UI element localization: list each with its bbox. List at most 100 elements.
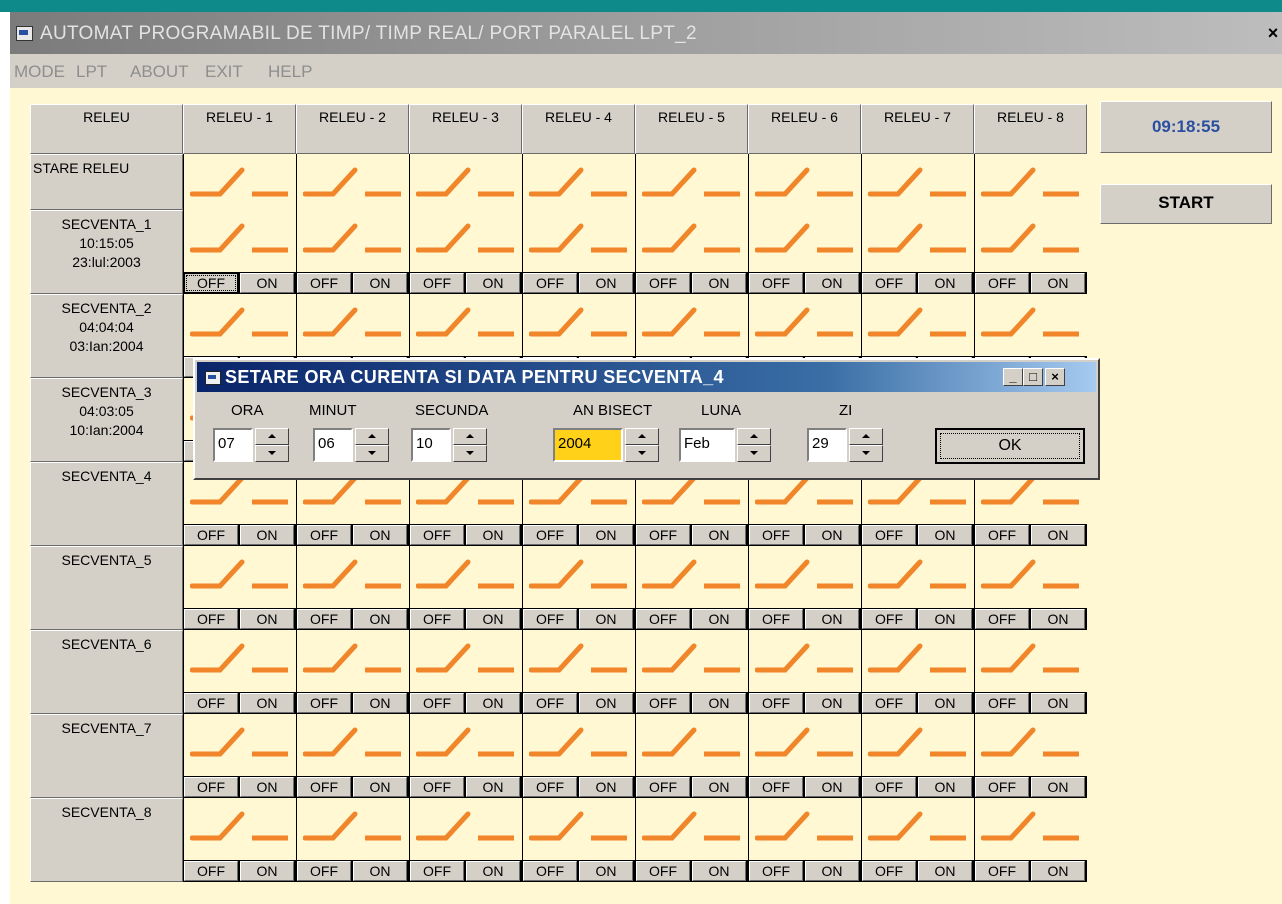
- on-button[interactable]: ON: [240, 273, 294, 293]
- on-button[interactable]: ON: [240, 609, 294, 629]
- on-button[interactable]: ON: [692, 777, 746, 797]
- off-button[interactable]: OFF: [749, 609, 803, 629]
- off-button[interactable]: OFF: [410, 777, 464, 797]
- on-button[interactable]: ON: [579, 609, 633, 629]
- luna-spinner[interactable]: [737, 428, 771, 462]
- on-button[interactable]: ON: [240, 525, 294, 545]
- dialog-close-icon[interactable]: ×: [1045, 368, 1065, 386]
- on-button[interactable]: ON: [240, 777, 294, 797]
- an-down-arrow-icon[interactable]: [625, 445, 659, 462]
- on-button[interactable]: ON: [466, 693, 520, 713]
- luna-up-arrow-icon[interactable]: [737, 428, 771, 445]
- off-button[interactable]: OFF: [297, 273, 351, 293]
- on-button[interactable]: ON: [692, 861, 746, 881]
- on-button[interactable]: ON: [353, 525, 407, 545]
- off-button[interactable]: OFF: [862, 525, 916, 545]
- on-button[interactable]: ON: [466, 777, 520, 797]
- menu-about[interactable]: ABOUT: [130, 62, 189, 82]
- on-button[interactable]: ON: [579, 693, 633, 713]
- zi-up-arrow-icon[interactable]: [849, 428, 883, 445]
- on-button[interactable]: ON: [579, 525, 633, 545]
- on-button[interactable]: ON: [805, 861, 859, 881]
- off-button[interactable]: OFF: [184, 273, 238, 293]
- on-button[interactable]: ON: [1031, 525, 1085, 545]
- off-button[interactable]: OFF: [636, 609, 690, 629]
- off-button[interactable]: OFF: [975, 273, 1029, 293]
- luna-down-arrow-icon[interactable]: [737, 445, 771, 462]
- on-button[interactable]: ON: [805, 273, 859, 293]
- off-button[interactable]: OFF: [862, 273, 916, 293]
- on-button[interactable]: ON: [805, 609, 859, 629]
- off-button[interactable]: OFF: [636, 525, 690, 545]
- off-button[interactable]: OFF: [636, 273, 690, 293]
- off-button[interactable]: OFF: [297, 777, 351, 797]
- on-button[interactable]: ON: [692, 609, 746, 629]
- close-icon[interactable]: ×: [1264, 24, 1282, 42]
- secunda-field[interactable]: 10: [411, 428, 451, 462]
- minut-spinner[interactable]: [355, 428, 389, 462]
- secunda-up-arrow-icon[interactable]: [453, 428, 487, 445]
- minut-field[interactable]: 06: [313, 428, 353, 462]
- zi-down-arrow-icon[interactable]: [849, 445, 883, 462]
- ora-spinner[interactable]: [255, 428, 289, 462]
- on-button[interactable]: ON: [579, 273, 633, 293]
- off-button[interactable]: OFF: [297, 525, 351, 545]
- on-button[interactable]: ON: [692, 525, 746, 545]
- zi-spinner[interactable]: [849, 428, 883, 462]
- on-button[interactable]: ON: [466, 525, 520, 545]
- on-button[interactable]: ON: [466, 861, 520, 881]
- off-button[interactable]: OFF: [975, 861, 1029, 881]
- ora-field[interactable]: 07: [213, 428, 253, 462]
- off-button[interactable]: OFF: [749, 273, 803, 293]
- on-button[interactable]: ON: [805, 693, 859, 713]
- off-button[interactable]: OFF: [410, 609, 464, 629]
- on-button[interactable]: ON: [240, 693, 294, 713]
- an-bisect-field[interactable]: 2004: [553, 428, 623, 462]
- off-button[interactable]: OFF: [975, 693, 1029, 713]
- on-button[interactable]: ON: [918, 273, 972, 293]
- on-button[interactable]: ON: [1031, 273, 1085, 293]
- on-button[interactable]: ON: [1031, 693, 1085, 713]
- off-button[interactable]: OFF: [523, 525, 577, 545]
- menu-exit[interactable]: EXIT: [205, 62, 243, 82]
- off-button[interactable]: OFF: [184, 525, 238, 545]
- off-button[interactable]: OFF: [410, 861, 464, 881]
- luna-field[interactable]: Feb: [679, 428, 735, 462]
- an-bisect-spinner[interactable]: [625, 428, 659, 462]
- menu-help[interactable]: HELP: [268, 62, 312, 82]
- on-button[interactable]: ON: [918, 525, 972, 545]
- an-up-arrow-icon[interactable]: [625, 428, 659, 445]
- off-button[interactable]: OFF: [523, 609, 577, 629]
- on-button[interactable]: ON: [353, 609, 407, 629]
- secunda-spinner[interactable]: [453, 428, 487, 462]
- maximize-icon[interactable]: □: [1023, 368, 1043, 386]
- secunda-down-arrow-icon[interactable]: [453, 445, 487, 462]
- ok-button[interactable]: OK: [935, 428, 1085, 464]
- off-button[interactable]: OFF: [862, 693, 916, 713]
- off-button[interactable]: OFF: [749, 693, 803, 713]
- on-button[interactable]: ON: [353, 777, 407, 797]
- on-button[interactable]: ON: [918, 777, 972, 797]
- on-button[interactable]: ON: [1031, 861, 1085, 881]
- on-button[interactable]: ON: [353, 693, 407, 713]
- on-button[interactable]: ON: [918, 693, 972, 713]
- off-button[interactable]: OFF: [523, 777, 577, 797]
- off-button[interactable]: OFF: [184, 861, 238, 881]
- off-button[interactable]: OFF: [862, 861, 916, 881]
- off-button[interactable]: OFF: [410, 693, 464, 713]
- off-button[interactable]: OFF: [523, 861, 577, 881]
- minut-down-arrow-icon[interactable]: [355, 445, 389, 462]
- off-button[interactable]: OFF: [749, 861, 803, 881]
- off-button[interactable]: OFF: [975, 525, 1029, 545]
- off-button[interactable]: OFF: [636, 777, 690, 797]
- off-button[interactable]: OFF: [184, 609, 238, 629]
- on-button[interactable]: ON: [353, 861, 407, 881]
- off-button[interactable]: OFF: [297, 693, 351, 713]
- off-button[interactable]: OFF: [862, 609, 916, 629]
- on-button[interactable]: ON: [918, 609, 972, 629]
- ora-up-arrow-icon[interactable]: [255, 428, 289, 445]
- minut-up-arrow-icon[interactable]: [355, 428, 389, 445]
- menu-lpt[interactable]: LPT: [76, 62, 107, 82]
- off-button[interactable]: OFF: [297, 861, 351, 881]
- on-button[interactable]: ON: [1031, 609, 1085, 629]
